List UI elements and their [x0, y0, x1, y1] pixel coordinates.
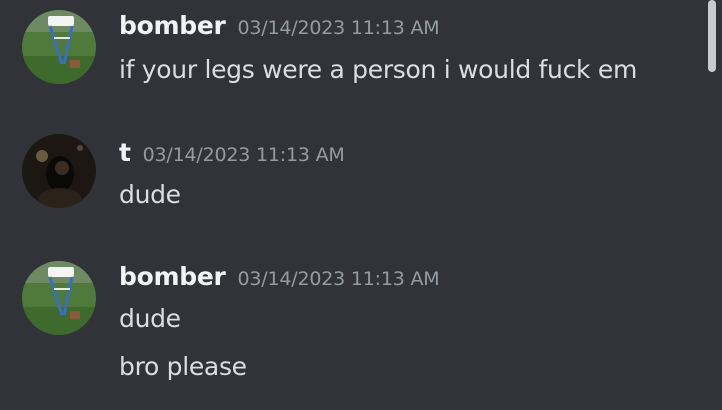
- scrollbar-thumb[interactable]: [708, 0, 716, 72]
- username[interactable]: bomber: [119, 11, 226, 40]
- timestamp[interactable]: 03/14/2023 11:13 AM: [238, 17, 440, 39]
- user-avatar[interactable]: [22, 10, 96, 84]
- message-text: dude: [119, 304, 181, 333]
- user-avatar[interactable]: [22, 261, 96, 335]
- chat-message-list: bomber 03/14/2023 11:13 AM if your legs w…: [0, 0, 722, 410]
- message-text: bro please: [119, 352, 247, 381]
- user-avatar[interactable]: [22, 134, 96, 208]
- message-header: bomber 03/14/2023 11:13 AM: [119, 11, 440, 40]
- grass-field-avatar-image: [22, 261, 96, 335]
- timestamp[interactable]: 03/14/2023 11:13 AM: [238, 268, 440, 290]
- dark-portrait-avatar-image: [22, 134, 96, 208]
- message-text: dude: [119, 180, 181, 209]
- grass-field-avatar-image: [22, 10, 96, 84]
- timestamp[interactable]: 03/14/2023 11:13 AM: [143, 144, 345, 166]
- message-group: bomber 03/14/2023 11:13 AM if your legs w…: [0, 0, 700, 110]
- message-text: if your legs were a person i would fuck …: [119, 55, 638, 84]
- message-header: bomber 03/14/2023 11:13 AM: [119, 262, 440, 291]
- message-group: t 03/14/2023 11:13 AM dude: [0, 120, 700, 230]
- username[interactable]: t: [119, 138, 131, 167]
- message-group: bomber 03/14/2023 11:13 AM dude bro pleas…: [0, 250, 700, 410]
- message-header: t 03/14/2023 11:13 AM: [119, 138, 345, 167]
- username[interactable]: bomber: [119, 262, 226, 291]
